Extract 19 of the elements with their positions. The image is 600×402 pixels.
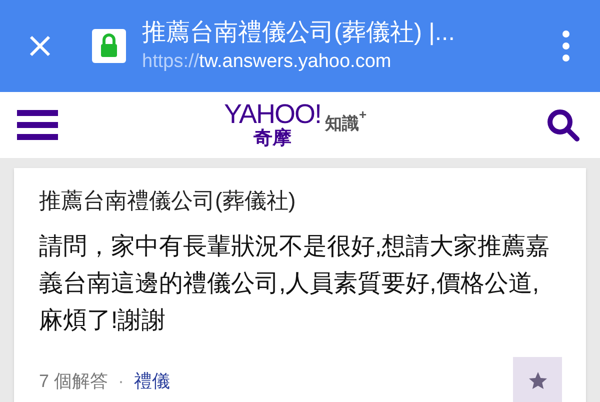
search-icon[interactable] bbox=[547, 108, 580, 142]
lock-icon bbox=[92, 29, 126, 63]
star-button[interactable] bbox=[513, 357, 562, 402]
separator: · bbox=[118, 370, 124, 392]
question-title[interactable]: 推薦台南禮儀公司(葬儀社) bbox=[39, 186, 561, 216]
logo-wordmark: YAHOO! bbox=[224, 100, 322, 128]
logo-subtitle: 奇摩 bbox=[254, 128, 292, 150]
logo-product: 知識 bbox=[325, 114, 360, 134]
logo-plus: + bbox=[359, 108, 367, 122]
menu-icon[interactable] bbox=[17, 110, 58, 140]
close-icon[interactable] bbox=[28, 34, 52, 58]
question-body: 請問，家中有長輩狀況不是很好,想請大家推薦嘉義台南這邊的禮儀公司,人員素質要好,價格公道,麻煩了!謝謝 bbox=[39, 232, 551, 336]
category-link[interactable]: 禮儀 bbox=[134, 368, 170, 394]
star-icon bbox=[528, 371, 548, 391]
page-title: 推薦台南禮儀公司(葬儀社) |... bbox=[142, 18, 456, 48]
answer-count: 7 個解答 bbox=[39, 370, 108, 392]
url-host: tw.answers.yahoo.com bbox=[199, 50, 392, 74]
more-menu-icon[interactable] bbox=[562, 30, 570, 62]
url-scheme: https:// bbox=[142, 50, 200, 74]
